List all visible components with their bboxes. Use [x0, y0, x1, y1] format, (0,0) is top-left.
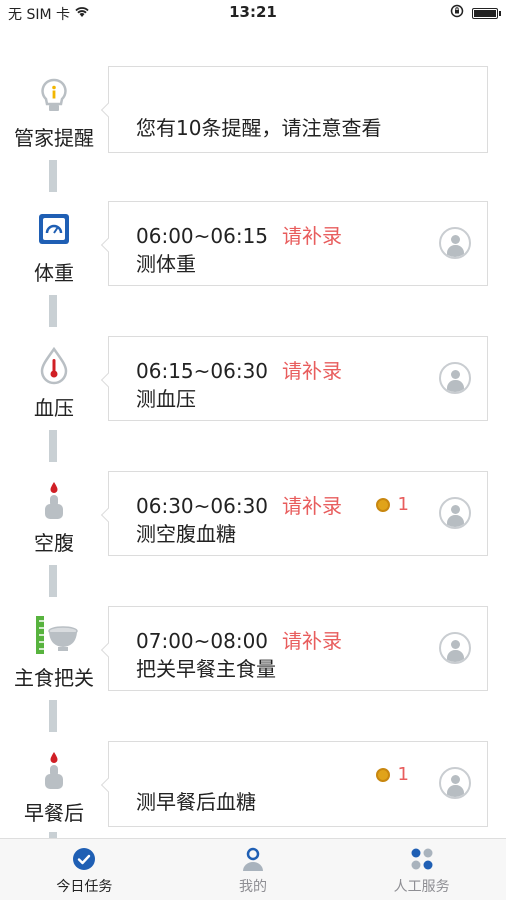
task-status[interactable]: 请补录	[282, 629, 342, 653]
finger-blood-icon	[34, 751, 74, 791]
coin-count: 1	[397, 764, 409, 785]
category-label: 早餐后	[24, 801, 84, 825]
task-card-staple-food[interactable]: 07:00~08:00 请补录 把关早餐主食量	[108, 606, 488, 691]
tab-label: 我的	[239, 879, 267, 895]
task-time: 07:00~08:00	[136, 629, 269, 653]
bulb-icon	[34, 76, 74, 116]
grid-icon	[410, 847, 434, 871]
tab-human-service[interactable]: 人工服务	[337, 839, 506, 900]
task-name: 测体重	[136, 252, 196, 276]
tab-mine[interactable]: 我的	[169, 839, 338, 900]
timeline-connector	[49, 565, 57, 597]
task-time: 06:15~06:30	[136, 359, 269, 383]
orientation-lock-icon	[450, 4, 464, 22]
category-label: 血压	[34, 396, 74, 420]
check-circle-icon	[72, 847, 96, 871]
category-reminder: 管家提醒	[0, 76, 108, 151]
scale-icon	[34, 211, 74, 251]
tab-bar: 今日任务 我的 人工服务	[0, 838, 506, 900]
clock: 13:21	[229, 3, 277, 21]
reminder-card[interactable]: 您有10条提醒，请注意查看	[108, 66, 488, 153]
avatar-icon[interactable]	[439, 227, 471, 259]
category-label: 空腹	[34, 531, 74, 555]
coin-count: 1	[397, 494, 409, 515]
avatar-icon[interactable]	[439, 767, 471, 799]
timeline-connector	[49, 160, 57, 192]
category-blood-pressure: 血压	[0, 346, 108, 421]
task-time: 06:00~06:15	[136, 224, 269, 248]
thermometer-drop-icon	[34, 346, 74, 386]
task-status[interactable]: 请补录	[282, 359, 342, 383]
task-name: 测血压	[136, 387, 196, 411]
tab-label: 今日任务	[56, 879, 113, 895]
avatar-icon[interactable]	[439, 362, 471, 394]
coin-badge: 1	[375, 494, 409, 515]
coin-icon	[375, 497, 390, 512]
category-label: 主食把关	[14, 666, 94, 690]
reminder-text: 您有10条提醒，请注意查看	[136, 116, 382, 140]
timeline-connector	[49, 700, 57, 732]
task-status[interactable]: 请补录	[282, 494, 342, 518]
category-weight: 体重	[0, 211, 108, 286]
task-card-blood-pressure[interactable]: 06:15~06:30 请补录 测血压	[108, 336, 488, 421]
avatar-icon[interactable]	[439, 497, 471, 529]
task-name: 测空腹血糖	[136, 522, 236, 546]
category-after-breakfast: 早餐后	[0, 751, 108, 826]
task-card-weight[interactable]: 06:00~06:15 请补录 测体重	[108, 201, 488, 286]
tab-today-tasks[interactable]: 今日任务	[0, 839, 169, 900]
category-label: 体重	[34, 261, 74, 285]
task-card-fasting-glucose[interactable]: 06:30~06:30 请补录 测空腹血糖 1	[108, 471, 488, 556]
category-fasting: 空腹	[0, 481, 108, 556]
task-status[interactable]: 请补录	[282, 224, 342, 248]
status-bar: 无 SIM 卡 13:21	[0, 0, 506, 24]
coin-icon	[375, 767, 390, 782]
task-time: 06:30~06:30	[136, 494, 269, 518]
timeline-connector	[49, 430, 57, 462]
category-staple-food: 主食把关	[0, 616, 108, 691]
task-card-post-breakfast-glucose[interactable]: 1 测早餐后血糖	[108, 741, 488, 827]
task-name: 把关早餐主食量	[136, 657, 276, 681]
tab-label: 人工服务	[393, 879, 450, 895]
finger-blood-icon	[34, 481, 74, 521]
category-label: 管家提醒	[14, 126, 94, 150]
battery-icon	[472, 7, 501, 19]
avatar-icon[interactable]	[439, 632, 471, 664]
person-icon	[241, 847, 265, 871]
coin-badge: 1	[375, 764, 409, 785]
bowl-ruler-icon	[34, 616, 78, 656]
task-name: 测早餐后血糖	[136, 790, 256, 814]
timeline-connector	[49, 295, 57, 327]
